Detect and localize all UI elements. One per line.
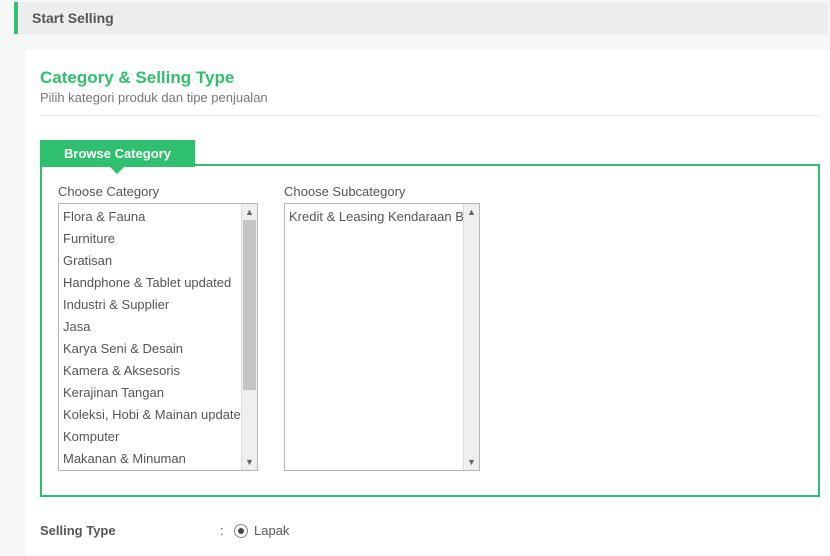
colon: : bbox=[220, 523, 234, 538]
category-column: Choose Category Flora & FaunaFurnitureGr… bbox=[58, 184, 258, 471]
section-title: Category & Selling Type bbox=[40, 68, 820, 88]
category-list-inner: Flora & FaunaFurnitureGratisanHandphone … bbox=[59, 204, 241, 470]
category-item[interactable]: Flora & Fauna bbox=[59, 206, 241, 228]
scroll-up-icon[interactable]: ▲ bbox=[242, 204, 257, 220]
subcategory-column: Choose Subcategory Kredit & Leasing Kend… bbox=[284, 184, 480, 471]
category-item[interactable]: Koleksi, Hobi & Mainan updated bbox=[59, 404, 241, 426]
subcategory-scrollbar[interactable]: ▲ ▼ bbox=[463, 204, 479, 470]
category-label: Choose Category bbox=[58, 184, 258, 199]
category-item[interactable]: Jasa bbox=[59, 316, 241, 338]
category-item[interactable]: Handphone & Tablet updated bbox=[59, 272, 241, 294]
selling-type-label: Selling Type bbox=[40, 523, 220, 538]
category-item[interactable]: Kerajinan Tangan bbox=[59, 382, 241, 404]
scroll-down-icon[interactable]: ▼ bbox=[464, 454, 479, 470]
category-item[interactable]: Furniture bbox=[59, 228, 241, 250]
scroll-track[interactable] bbox=[464, 220, 479, 454]
subcategory-label: Choose Subcategory bbox=[284, 184, 480, 199]
category-item[interactable]: Makanan & Minuman bbox=[59, 448, 241, 470]
category-box: Browse Category Choose Category Flora & … bbox=[40, 164, 820, 497]
category-listbox[interactable]: Flora & FaunaFurnitureGratisanHandphone … bbox=[58, 203, 258, 471]
subcategory-item[interactable]: Kredit & Leasing Kendaraan Berm bbox=[285, 206, 463, 228]
tab-browse-category[interactable]: Browse Category bbox=[40, 140, 195, 167]
subcategory-list-inner: Kredit & Leasing Kendaraan Berm bbox=[285, 204, 463, 470]
page-title: Start Selling bbox=[32, 10, 114, 26]
category-scrollbar[interactable]: ▲ ▼ bbox=[241, 204, 257, 470]
category-item[interactable]: Kamera & Aksesoris bbox=[59, 360, 241, 382]
scroll-up-icon[interactable]: ▲ bbox=[464, 204, 479, 220]
radio-icon[interactable] bbox=[234, 524, 248, 538]
scroll-down-icon[interactable]: ▼ bbox=[242, 454, 257, 470]
subcategory-listbox[interactable]: Kredit & Leasing Kendaraan Berm ▲ ▼ bbox=[284, 203, 480, 471]
page-header: Start Selling bbox=[14, 2, 828, 34]
category-item[interactable]: Industri & Supplier bbox=[59, 294, 241, 316]
selling-type-value: Lapak bbox=[254, 523, 289, 538]
scroll-track[interactable] bbox=[242, 220, 257, 454]
category-item[interactable]: Komputer bbox=[59, 426, 241, 448]
scroll-thumb[interactable] bbox=[243, 220, 256, 390]
tab-label: Browse Category bbox=[64, 146, 171, 161]
content-panel: Category & Selling Type Pilih kategori p… bbox=[26, 50, 830, 556]
selling-type-row: Selling Type : Lapak bbox=[40, 523, 820, 538]
category-item[interactable]: Karya Seni & Desain bbox=[59, 338, 241, 360]
divider bbox=[40, 115, 820, 116]
selling-type-option[interactable]: Lapak bbox=[234, 523, 289, 538]
category-item[interactable]: Gratisan bbox=[59, 250, 241, 272]
section-subtitle: Pilih kategori produk dan tipe penjualan bbox=[40, 90, 820, 105]
